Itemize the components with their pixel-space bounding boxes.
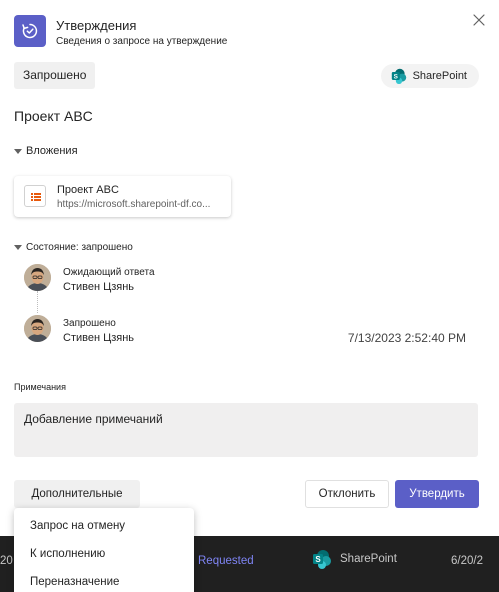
sharepoint-logo-icon: S — [313, 550, 331, 569]
timeline-step-person: Стивен Цзянь — [63, 281, 135, 293]
timeline-step-label: Запрошено — [63, 318, 116, 329]
document-lines-icon — [31, 193, 41, 201]
attachment-name: Проект ABC — [57, 184, 119, 196]
close-icon[interactable] — [471, 12, 487, 28]
attachments-section-label: Вложения — [26, 145, 78, 157]
timeline-step-label: Ожидающий ответа — [63, 267, 155, 278]
person-avatar-image — [24, 315, 51, 342]
attachment-card[interactable]: Проект ABC https://microsoft.sharepoint-… — [14, 176, 231, 217]
source-chip: S SharePoint — [380, 64, 479, 88]
reject-button[interactable]: Отклонить — [305, 480, 389, 508]
request-title: Проект ABC — [14, 108, 93, 124]
approvals-app-icon — [14, 15, 46, 47]
menu-item-cancel-request[interactable]: Запрос на отмену — [30, 520, 125, 532]
collapse-triangle-icon — [14, 148, 22, 154]
approve-button[interactable]: Утвердить — [395, 480, 479, 508]
status-section-toggle[interactable]: Состояние: запрошено — [14, 242, 133, 253]
timeline-connector — [37, 291, 38, 313]
notes-input[interactable]: Добавление примечаний — [14, 403, 478, 457]
background-row-source-label: SharePoint — [340, 553, 397, 565]
attachment-url: https://microsoft.sharepoint-df.co... — [57, 199, 211, 210]
svg-text:S: S — [393, 73, 398, 80]
approval-refresh-icon — [22, 23, 38, 39]
dialog-subtitle: Сведения о запросе на утверждение — [56, 36, 228, 47]
background-row-fragment: 20 — [0, 555, 13, 567]
document-icon — [24, 185, 46, 207]
menu-item-reassign[interactable]: Переназначение — [30, 576, 119, 588]
avatar — [24, 315, 51, 342]
attachments-section-toggle[interactable]: Вложения — [14, 145, 78, 157]
more-actions-button[interactable]: Дополнительные действия — [14, 480, 140, 528]
status-section-label: Состояние: запрошено — [26, 242, 133, 253]
avatar — [24, 264, 51, 291]
background-row-source: S SharePoint — [312, 549, 397, 569]
svg-text:S: S — [315, 555, 321, 564]
sharepoint-logo-icon: S — [391, 68, 406, 84]
person-avatar-image — [24, 264, 51, 291]
notes-placeholder: Добавление примечаний — [24, 412, 163, 426]
status-badge: Запрошено — [14, 62, 96, 89]
background-row-date: 6/20/2 — [451, 555, 483, 567]
timeline-step-person: Стивен Цзянь — [63, 332, 135, 344]
more-actions-menu: Запрос на отмену К исполнению Переназнач… — [14, 508, 194, 592]
menu-item-to-execution[interactable]: К исполнению — [30, 548, 105, 560]
collapse-triangle-icon — [14, 245, 22, 250]
dialog-title: Утверждения — [56, 18, 137, 33]
source-label: SharePoint — [412, 70, 467, 82]
notes-label: Примечания — [14, 382, 66, 392]
background-row-status: Requested — [198, 555, 254, 567]
timeline-step-date: 7/13/2023 2:52:40 PM — [347, 331, 466, 345]
